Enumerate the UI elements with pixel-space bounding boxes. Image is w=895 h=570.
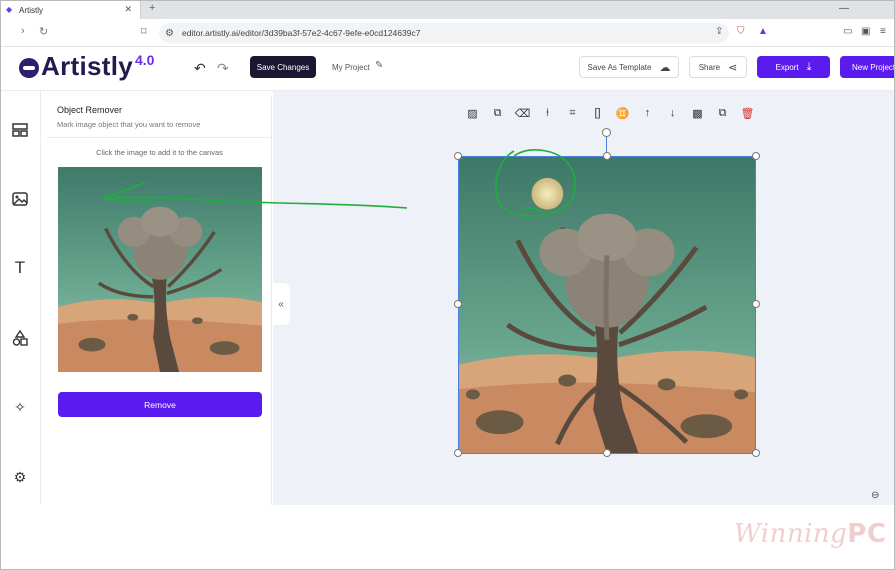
tab-title: Artistly: [19, 5, 43, 15]
object-remover-panel: Object Remover Mark image object that yo…: [47, 95, 272, 505]
edit-project-name-icon[interactable]: ✎: [375, 60, 383, 71]
arrow-up-icon[interactable]: ↑: [635, 104, 660, 122]
wallet-icon[interactable]: ▣: [861, 26, 870, 37]
collapse-panel-button[interactable]: «: [272, 283, 290, 325]
eraser-icon[interactable]: ⌫: [510, 104, 535, 122]
layout-icon[interactable]: [11, 121, 29, 139]
cloud-icon: ☁: [659, 61, 671, 74]
remove-button[interactable]: Remove: [58, 392, 262, 417]
watermark: WinningPC: [734, 519, 886, 549]
logo-version: 4.0: [134, 52, 155, 68]
new-tab-button[interactable]: +: [149, 2, 155, 14]
resize-handle-bottom-left[interactable]: [454, 449, 462, 457]
download-icon: ⤓: [806, 60, 812, 73]
brave-shield-icon[interactable]: ⛉: [737, 26, 745, 37]
url-field[interactable]: ⚙ editor.artistly.ai/editor/3d39ba3f-57e…: [159, 23, 729, 43]
save-changes-button[interactable]: Save Changes: [250, 56, 316, 78]
sidebar-toggle-icon[interactable]: ▭: [843, 26, 852, 37]
artistly-favicon-icon: ◆: [6, 5, 13, 14]
transparency-icon[interactable]: ▩: [685, 104, 710, 122]
app-window: ◆ Artistly ✕ + — › ↻ ⌑ ⚙ editor.artistly…: [0, 0, 895, 570]
url-text: editor.artistly.ai/editor/3d39ba3f-57e2-…: [181, 28, 421, 38]
zoom-icon[interactable]: ⊖: [871, 490, 879, 501]
artistly-logo[interactable]: Artistly 4.0: [19, 51, 154, 82]
save-as-template-label: Save As Template: [587, 62, 652, 72]
resize-handle-top-left[interactable]: [454, 152, 462, 160]
forward-icon[interactable]: ›: [21, 25, 25, 37]
selection-box: [458, 156, 756, 454]
paint-roller-icon[interactable]: ♊: [610, 104, 635, 122]
resize-handle-right[interactable]: [752, 300, 760, 308]
window-minimize-icon[interactable]: —: [839, 3, 849, 14]
menu-icon[interactable]: ≡: [880, 26, 886, 37]
settings-icon[interactable]: ⚙: [11, 468, 29, 486]
address-bar: › ↻ ⌑ ⚙ editor.artistly.ai/editor/3d39ba…: [1, 19, 894, 47]
app-header: Artistly 4.0 ↶ ↷ Save Changes My Project…: [1, 47, 894, 91]
pin-icon[interactable]: ⍿: [535, 104, 560, 122]
logo-text: Artistly: [41, 51, 133, 81]
reload-icon[interactable]: ↻: [39, 25, 48, 38]
project-name[interactable]: My Project: [332, 63, 370, 72]
share-button[interactable]: Share ⋖: [689, 56, 747, 78]
crop-icon[interactable]: ⌗: [560, 104, 585, 122]
browser-tab-bar: ◆ Artistly ✕ + —: [1, 1, 894, 19]
image-icon[interactable]: [11, 190, 29, 208]
share-icon: ⋖: [728, 61, 738, 74]
tool-rail: T ✧ ⚙: [1, 91, 41, 505]
logo-avatar-icon: [19, 58, 39, 78]
share-label: Share: [698, 62, 721, 72]
resize-handle-left[interactable]: [454, 300, 462, 308]
redo-icon[interactable]: ↷: [217, 60, 229, 77]
panel-hint: Click the image to add it to the canvas: [96, 148, 223, 157]
shapes-icon[interactable]: [11, 329, 29, 347]
site-settings-icon[interactable]: ⚙: [165, 28, 174, 39]
trash-icon[interactable]: 🗑: [735, 104, 760, 122]
text-icon[interactable]: T: [11, 258, 29, 277]
pattern-icon[interactable]: ▨: [460, 104, 485, 122]
save-as-template-button[interactable]: Save As Template ☁: [579, 56, 679, 78]
bookmark-icon[interactable]: ⌑: [141, 25, 147, 38]
element-toolbar: ▨ ⧉ ⌫ ⍿ ⌗ [] ♊ ↑ ↓ ▩ ⧉ 🗑: [460, 104, 760, 122]
rotate-handle[interactable]: [602, 128, 611, 137]
brackets-icon[interactable]: []: [585, 104, 610, 122]
undo-icon[interactable]: ↶: [194, 60, 206, 77]
browser-tab[interactable]: ◆ Artistly ✕: [1, 1, 141, 19]
watermark-suffix: PC: [847, 519, 887, 549]
share-page-icon[interactable]: ⇪: [715, 26, 723, 37]
panel-divider: [47, 137, 272, 138]
resize-handle-bottom-right[interactable]: [752, 449, 760, 457]
adjust-icon[interactable]: ⧉: [485, 104, 510, 122]
resize-handle-top-right[interactable]: [752, 152, 760, 160]
resize-handle-bottom[interactable]: [603, 449, 611, 457]
export-label: Export: [775, 62, 799, 72]
resize-handle-top[interactable]: [603, 152, 611, 160]
panel-subtitle: Mark image object that you want to remov…: [57, 120, 201, 129]
export-button[interactable]: Export ⤓: [757, 56, 830, 78]
ai-sparkle-icon[interactable]: ✧: [11, 398, 29, 416]
panel-title: Object Remover: [57, 105, 123, 115]
source-image-thumbnail[interactable]: [58, 167, 262, 372]
duplicate-icon[interactable]: ⧉: [710, 104, 735, 122]
watermark-word: Winning: [734, 519, 848, 549]
tab-close-icon[interactable]: ✕: [124, 4, 132, 15]
arrow-down-icon[interactable]: ↓: [660, 104, 685, 122]
new-project-button[interactable]: New Project: [840, 56, 894, 78]
rewards-icon[interactable]: ▲: [758, 26, 768, 37]
